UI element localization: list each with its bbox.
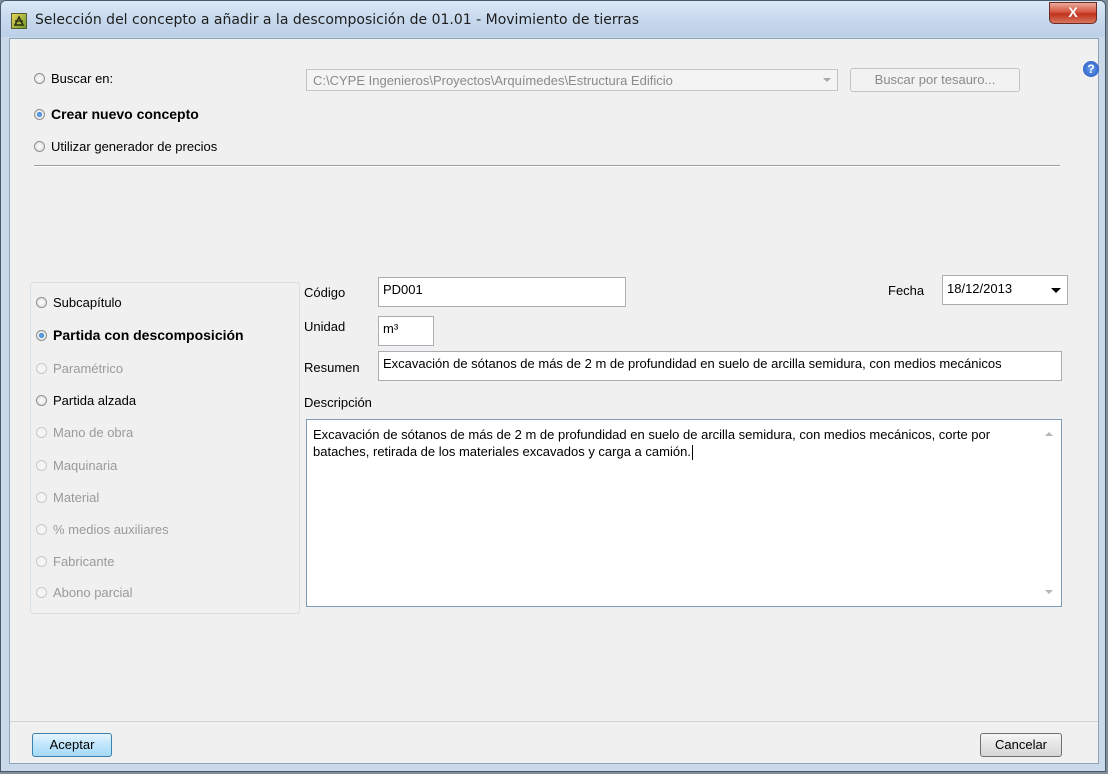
unidad-input[interactable]: m³ xyxy=(378,316,434,346)
radio-fabricante: Fabricante xyxy=(36,554,114,569)
radio-label: Subcapítulo xyxy=(53,295,122,310)
unidad-label: Unidad xyxy=(304,319,346,334)
app-icon xyxy=(11,13,27,29)
radio-crear-nuevo-concepto[interactable]: Crear nuevo concepto xyxy=(34,106,199,122)
close-icon: X xyxy=(1068,4,1078,20)
radio-icon xyxy=(36,395,47,406)
radio-label: Crear nuevo concepto xyxy=(51,106,199,122)
scroll-up-icon[interactable] xyxy=(1045,432,1053,436)
radio-label: Material xyxy=(53,490,100,505)
codigo-label: Código xyxy=(304,285,346,300)
radio-label: Buscar en: xyxy=(51,71,114,86)
title-bar[interactable]: Selección del concepto a añadir a la des… xyxy=(1,1,1105,37)
radio-icon xyxy=(36,460,47,471)
radio-label: Partida alzada xyxy=(53,393,137,408)
text-caret xyxy=(691,445,693,461)
radio-label: Paramétrico xyxy=(53,361,124,376)
radio-icon xyxy=(34,141,45,152)
radio-maquinaria: Maquinaria xyxy=(36,458,117,473)
radio-icon xyxy=(36,492,47,503)
path-combobox[interactable]: C:\CYPE Ingenieros\Proyectos\Arquímedes\… xyxy=(306,69,838,91)
radio-buscar-en[interactable]: Buscar en: xyxy=(34,71,113,86)
separator xyxy=(34,165,1060,167)
radio-material: Material xyxy=(36,490,99,505)
codigo-input[interactable]: PD001 xyxy=(378,277,626,307)
radio-medios-auxiliares: % medios auxiliares xyxy=(36,522,169,537)
window-title: Selección del concepto a añadir a la des… xyxy=(35,12,640,28)
help-icon[interactable]: ? xyxy=(1083,61,1099,77)
radio-label: % medios auxiliares xyxy=(53,522,169,537)
close-button[interactable]: X xyxy=(1049,2,1097,24)
radio-label: Utilizar generador de precios xyxy=(51,139,218,154)
radio-label: Maquinaria xyxy=(53,458,118,473)
scroll-down-icon[interactable] xyxy=(1045,590,1053,594)
radio-generador-precios[interactable]: Utilizar generador de precios xyxy=(34,139,217,154)
radio-icon xyxy=(36,427,47,438)
fecha-date-picker[interactable]: 18/12/2013 xyxy=(942,275,1068,305)
descripcion-text: Excavación de sótanos de más de 2 m de p… xyxy=(313,427,991,459)
radio-icon xyxy=(36,587,47,598)
radio-icon xyxy=(36,556,47,567)
thesaurus-search-button[interactable]: Buscar por tesauro... xyxy=(850,68,1020,92)
radio-selected-icon xyxy=(34,108,45,120)
radio-icon xyxy=(36,363,47,374)
radio-label: Abono parcial xyxy=(53,585,133,600)
radio-label: Mano de obra xyxy=(53,425,134,440)
radio-parametrico: Paramétrico xyxy=(36,361,123,376)
cancel-button[interactable]: Cancelar xyxy=(980,733,1062,757)
path-combobox-value: C:\CYPE Ingenieros\Proyectos\Arquímedes\… xyxy=(313,73,673,88)
radio-abono-parcial: Abono parcial xyxy=(36,585,133,600)
radio-partida-con-descomposicion[interactable]: Partida con descomposición xyxy=(36,327,244,343)
accept-button[interactable]: Aceptar xyxy=(32,733,112,757)
radio-label: Partida con descomposición xyxy=(53,327,244,343)
radio-subcapitulo[interactable]: Subcapítulo xyxy=(36,295,122,310)
descripcion-label: Descripción xyxy=(304,395,372,410)
fecha-value: 18/12/2013 xyxy=(947,281,1013,296)
footer-separator xyxy=(10,721,1098,722)
dialog-body: Buscar en: Crear nuevo concepto Utilizar… xyxy=(9,38,1099,764)
radio-selected-icon xyxy=(36,329,47,341)
dropdown-arrow-icon xyxy=(1051,288,1061,293)
resumen-label: Resumen xyxy=(304,360,360,375)
descripcion-textarea[interactable]: Excavación de sótanos de más de 2 m de p… xyxy=(306,419,1062,607)
radio-mano-de-obra: Mano de obra xyxy=(36,425,133,440)
resumen-input[interactable]: Excavación de sótanos de más de 2 m de p… xyxy=(378,351,1062,381)
radio-icon xyxy=(34,73,45,84)
fecha-label: Fecha xyxy=(888,283,925,298)
radio-icon xyxy=(36,524,47,535)
radio-partida-alzada[interactable]: Partida alzada xyxy=(36,393,136,408)
radio-label: Fabricante xyxy=(53,554,115,569)
dialog-window: Selección del concepto a añadir a la des… xyxy=(0,0,1106,772)
radio-icon xyxy=(36,297,47,308)
chevron-down-icon xyxy=(823,78,831,82)
